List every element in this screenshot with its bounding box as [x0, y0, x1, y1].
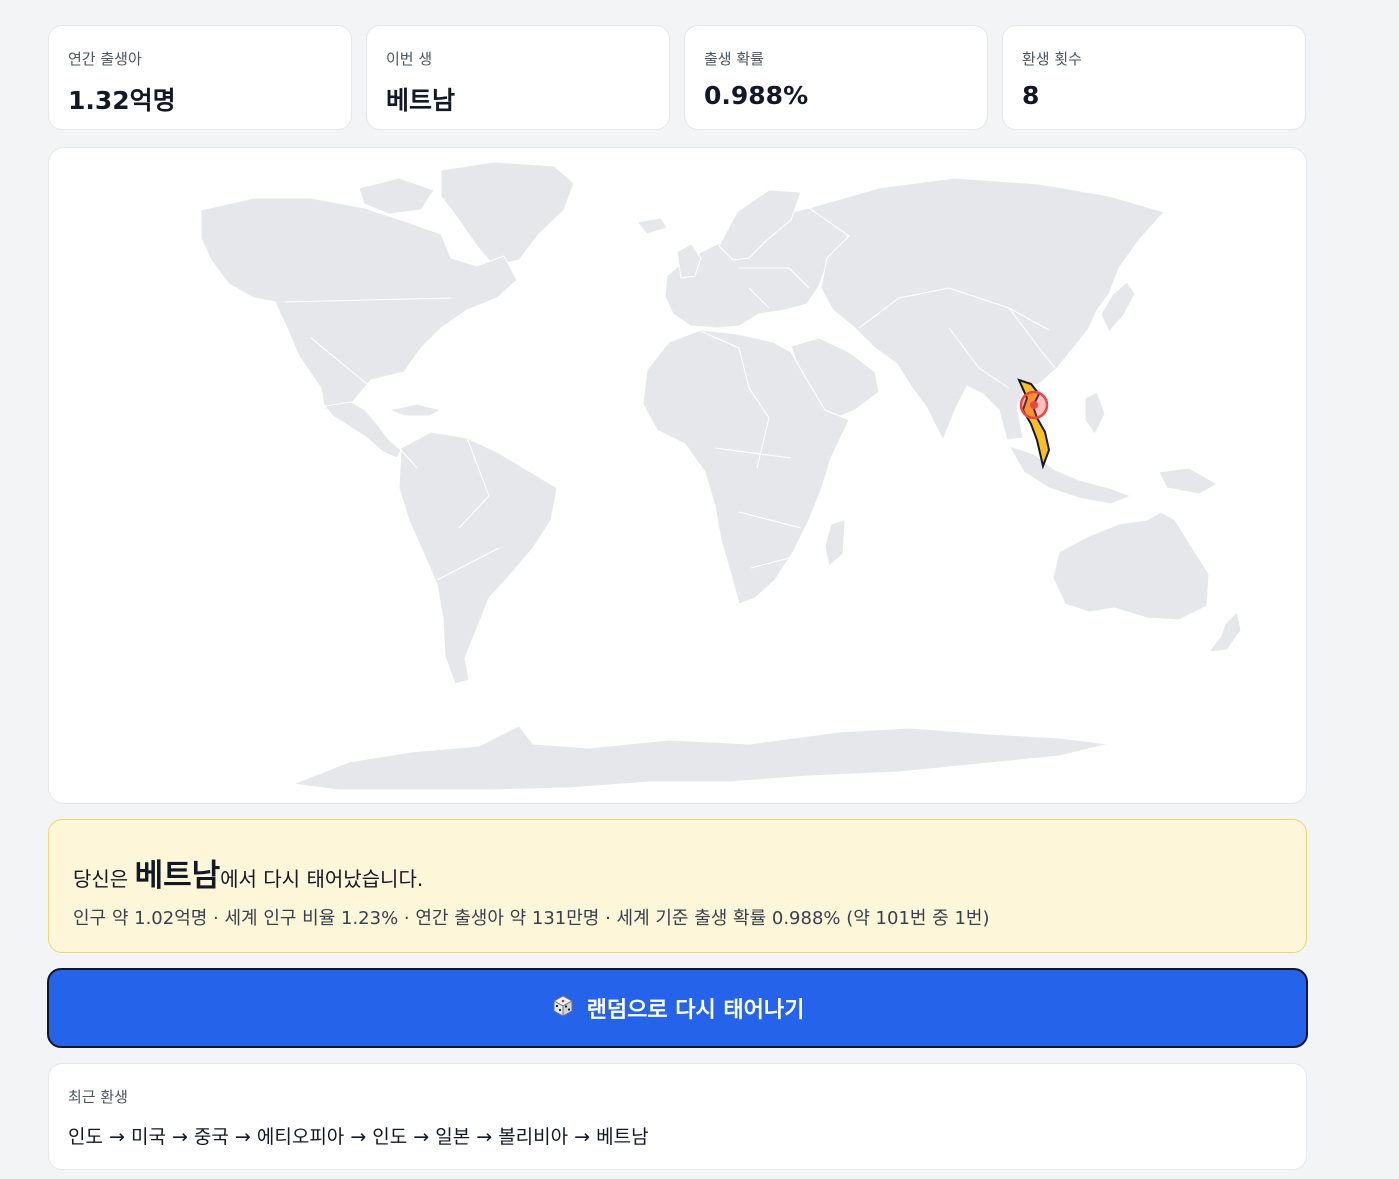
- stat-value: 8: [1022, 81, 1040, 110]
- landmass-greenland: [440, 161, 575, 267]
- landmass-southeast-asia-islands: [1007, 445, 1133, 505]
- stat-label: 출생 확률: [704, 50, 764, 68]
- landmass-south-america: [398, 431, 558, 685]
- stat-label: 환생 횟수: [1022, 50, 1082, 68]
- stats-row: 연간 출생아 1.32억명 이번 생 베트남 출생 확률 0.988% 환생 횟…: [48, 25, 1307, 132]
- landmass-caribbean: [387, 403, 443, 417]
- stat-label: 이번 생: [386, 50, 433, 68]
- landmass-madagascar: [824, 519, 846, 567]
- landmass-philippines: [1084, 391, 1106, 435]
- result-headline: 당신은 베트남에서 다시 태어났습니다.: [73, 850, 423, 895]
- landmass-antarctica: [292, 725, 1110, 791]
- reroll-button[interactable]: 랜덤으로 다시 태어나기: [47, 968, 1308, 1048]
- world-map[interactable]: [48, 147, 1307, 804]
- history-path: 인도 → 미국 → 중국 → 에티오피아 → 인도 → 일본 → 볼리비아 → …: [68, 1126, 649, 1148]
- stat-label: 연간 출생아: [68, 50, 142, 68]
- result-suffix: 에서 다시 태어났습니다.: [220, 867, 424, 891]
- location-marker: [1019, 390, 1049, 420]
- stat-card-rebirth-count: 환생 횟수 8: [1002, 25, 1306, 130]
- history-label: 최근 환생: [68, 1088, 128, 1106]
- stat-value: 베트남: [386, 86, 456, 115]
- stat-card-birth-probability: 출생 확률 0.988%: [684, 25, 988, 130]
- stat-card-this-life: 이번 생 베트남: [366, 25, 670, 130]
- landmass-arctic-islands: [358, 177, 435, 215]
- result-prefix: 당신은: [73, 867, 135, 891]
- stat-card-annual-births: 연간 출생아 1.32억명: [48, 25, 352, 130]
- stat-value: 1.32억명: [68, 86, 176, 115]
- stat-value: 0.988%: [704, 81, 809, 110]
- result-details: 인구 약 1.02억명 · 세계 인구 비율 1.23% · 연간 출생아 약 …: [73, 908, 990, 929]
- landmass-new-zealand: [1207, 611, 1242, 653]
- result-panel: 당신은 베트남에서 다시 태어났습니다. 인구 약 1.02억명 · 세계 인구…: [48, 819, 1307, 953]
- landmass-new-guinea: [1158, 467, 1219, 495]
- world-map-svg: [200, 161, 1242, 791]
- dice-icon: [551, 994, 575, 1022]
- recent-rebirths: 최근 환생 인도 → 미국 → 중국 → 에티오피아 → 인도 → 일본 → 볼…: [48, 1063, 1307, 1170]
- result-country: 베트남: [134, 858, 221, 894]
- landmass-iceland: [636, 217, 668, 235]
- landmass-australia: [1052, 511, 1210, 621]
- reroll-button-label: 랜덤으로 다시 태어나기: [586, 998, 805, 1023]
